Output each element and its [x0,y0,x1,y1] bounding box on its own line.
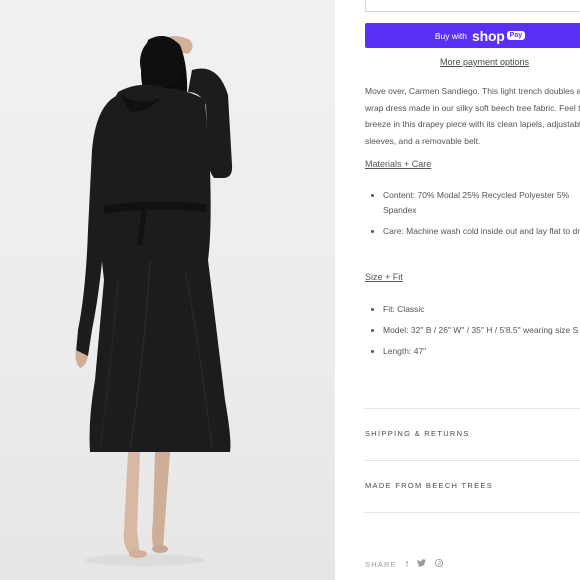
materials-care-heading: Materials + Care [365,159,432,169]
buy-with-shop-pay-button[interactable]: Buy with shop Pay [365,23,580,48]
list-item: Fit: Classic [365,302,580,317]
add-to-cart-button[interactable] [365,0,580,12]
divider [365,512,580,513]
list-item: Model: 32" B / 26" W" / 35" H / 5'8.5" w… [365,323,580,338]
materials-list: Content: 70% Modal 25% Recycled Polyeste… [365,188,580,245]
divider [365,460,580,461]
share-label: SHARE [365,559,397,569]
product-image[interactable] [0,0,335,580]
list-item: Care: Machine wash cold inside out and l… [365,224,580,239]
share-row: SHARE f [365,558,444,569]
product-description: Move over, Carmen Sandiego. This light t… [365,86,580,146]
pinterest-icon[interactable] [434,558,444,569]
more-payment-options-link[interactable]: More payment options [440,57,529,67]
divider [365,408,580,409]
list-item: Content: 70% Modal 25% Recycled Polyeste… [365,188,575,218]
shop-pay-logo: shop [472,27,505,44]
twitter-icon[interactable] [417,559,427,569]
facebook-icon[interactable]: f [406,560,408,569]
buy-with-label: Buy with [434,30,467,41]
model-illustration [75,36,233,566]
size-fit-list: Fit: Classic Model: 32" B / 26" W" / 35"… [365,302,580,365]
list-item: Length: 47" [365,344,580,359]
shipping-returns-accordion[interactable]: SHIPPING & RETURNS [365,429,470,438]
made-from-beech-trees-accordion[interactable]: MADE FROM BEECH TREES [365,481,493,490]
size-fit-heading: Size + Fit [365,272,403,282]
pay-badge: Pay [506,31,526,40]
product-details: Buy with shop Pay More payment options M… [365,0,580,580]
